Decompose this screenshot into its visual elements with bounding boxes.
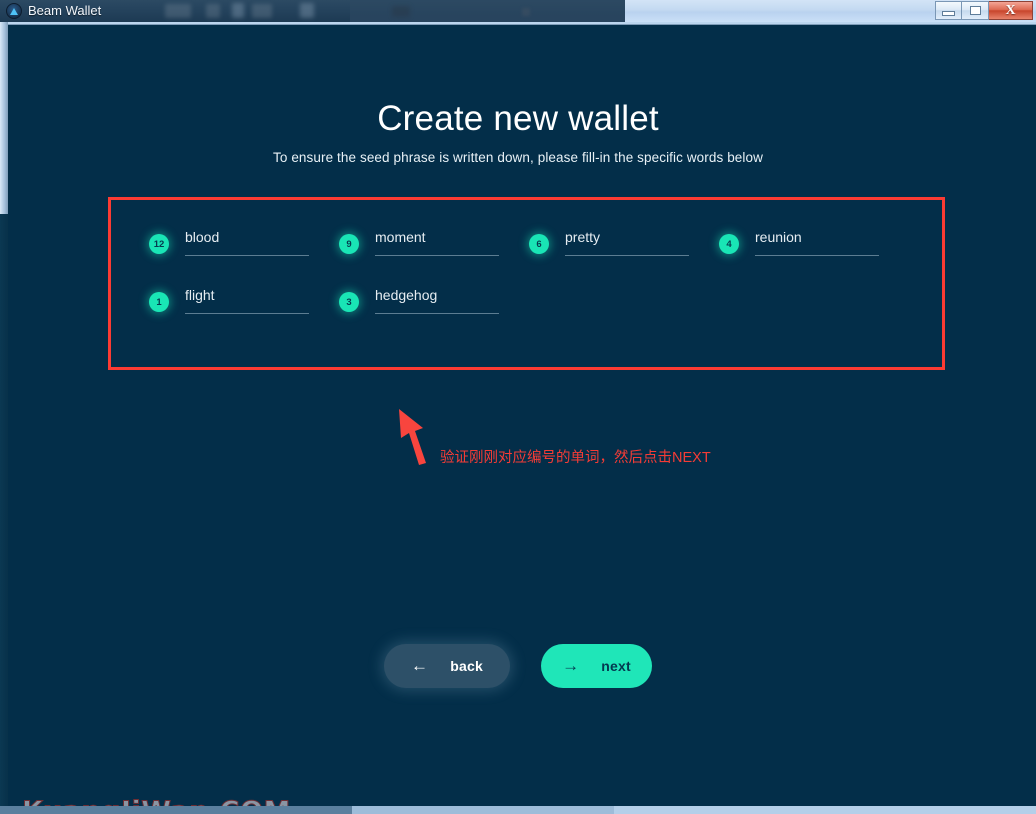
background-window-left-edge-lower <box>0 214 8 814</box>
arrow-right-icon: → <box>562 656 580 675</box>
back-button[interactable]: ← back <box>384 644 510 688</box>
seed-word-underline <box>375 255 499 256</box>
os-titlebar: Beam Wallet X <box>0 0 1036 22</box>
seed-word-field-9[interactable]: 9 moment <box>339 227 529 285</box>
annotation-text: 验证刚刚对应编号的单词，然后点击NEXT <box>440 450 711 466</box>
titlebar-ghost-item-5 <box>232 3 244 18</box>
titlebar-ghost-item-3 <box>252 4 272 18</box>
next-button-label: next <box>601 658 631 674</box>
close-button[interactable]: X <box>989 1 1033 20</box>
seed-word-underline <box>755 255 879 256</box>
seed-word-underline <box>185 255 309 256</box>
window-title: Beam Wallet <box>28 3 102 18</box>
seed-row: 12 blood 9 moment 6 pretty 4 reunion <box>149 227 919 285</box>
seed-word-input-wrap[interactable]: hedgehog <box>375 285 501 314</box>
next-button[interactable]: → next <box>541 644 652 688</box>
beam-logo-icon <box>6 3 22 19</box>
seed-word-input-wrap[interactable]: reunion <box>755 227 881 256</box>
desktop-bottom-strip-dark <box>0 806 352 814</box>
seed-word-input-wrap[interactable]: moment <box>375 227 501 256</box>
screenshot-root: Beam Wallet X Create new wallet To ensur… <box>0 0 1036 814</box>
seed-row: 1 flight 3 hedgehog <box>149 285 919 343</box>
seed-word-underline <box>565 255 689 256</box>
seed-index-badge: 4 <box>719 234 739 254</box>
seed-index-badge: 12 <box>149 234 169 254</box>
arrow-left-icon: ← <box>411 656 429 675</box>
seed-word-input-wrap[interactable]: pretty <box>565 227 691 256</box>
seed-word-value[interactable]: reunion <box>755 227 881 251</box>
seed-word-input-wrap[interactable]: flight <box>185 285 311 314</box>
seed-word-value[interactable]: pretty <box>565 227 691 251</box>
seed-word-field-4[interactable]: 4 reunion <box>719 227 909 285</box>
maximize-icon <box>969 6 981 15</box>
page-subtitle: To ensure the seed phrase is written dow… <box>273 150 763 165</box>
seed-word-value[interactable]: moment <box>375 227 501 251</box>
seed-index-badge: 3 <box>339 292 359 312</box>
minimize-icon <box>942 11 955 16</box>
action-buttons: ← back → next <box>8 644 1028 688</box>
titlebar-ghost-item-4 <box>300 3 314 18</box>
maximize-button[interactable] <box>962 1 989 20</box>
seed-index-badge: 9 <box>339 234 359 254</box>
seed-word-underline <box>185 313 309 314</box>
app-top-border <box>8 24 1036 25</box>
seed-word-field-12[interactable]: 12 blood <box>149 227 339 285</box>
seed-word-field-6[interactable]: 6 pretty <box>529 227 719 285</box>
seed-word-underline <box>375 313 499 314</box>
page-title: Create new wallet <box>377 99 659 139</box>
seed-index-badge: 1 <box>149 292 169 312</box>
seed-index-badge: 6 <box>529 234 549 254</box>
back-button-label: back <box>450 658 483 674</box>
titlebar-ghost-item-6 <box>392 6 410 17</box>
seed-word-value[interactable]: hedgehog <box>375 285 501 309</box>
titlebar-ghost-item-2 <box>206 4 220 18</box>
close-icon: X <box>1005 2 1016 18</box>
desktop-bottom-strip-mid <box>352 806 614 814</box>
seed-word-value[interactable]: blood <box>185 227 311 251</box>
seed-word-field-3[interactable]: 3 hedgehog <box>339 285 529 343</box>
titlebar-ghost-item-7 <box>522 8 530 16</box>
seed-verification-grid: 12 blood 9 moment 6 pretty 4 reunion 1 f… <box>149 227 919 343</box>
window-controls: X <box>935 1 1033 20</box>
titlebar-ghost-item-1 <box>165 4 191 18</box>
seed-word-input-wrap[interactable]: blood <box>185 227 311 256</box>
seed-word-field-1[interactable]: 1 flight <box>149 285 339 343</box>
minimize-button[interactable] <box>935 1 962 20</box>
seed-word-value[interactable]: flight <box>185 285 311 309</box>
beam-wallet-app: Create new wallet To ensure the seed phr… <box>8 24 1036 814</box>
